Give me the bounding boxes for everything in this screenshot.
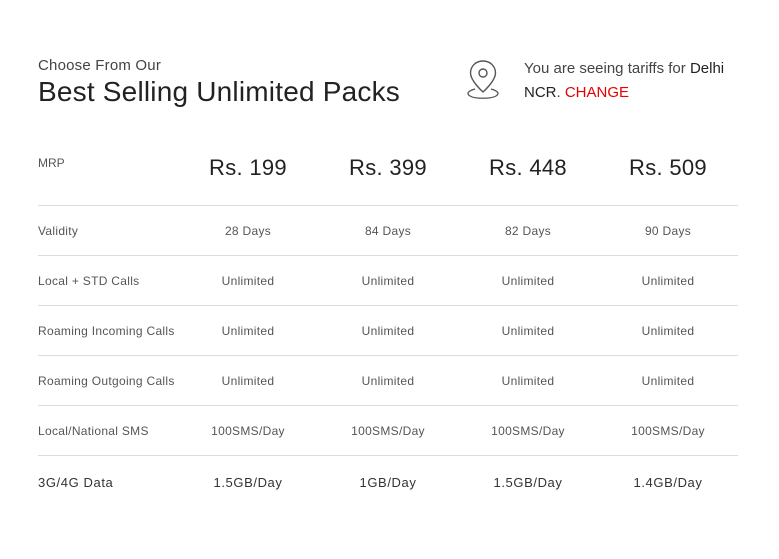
cell-value: 100SMS/Day: [178, 405, 318, 456]
cell-value: 100SMS/Day: [318, 405, 458, 456]
plan-price[interactable]: Rs. 399: [318, 148, 458, 206]
mrp-label: MRP: [38, 156, 65, 170]
table-row: Roaming Outgoing Calls Unlimited Unlimit…: [38, 355, 738, 406]
table-row: Validity 28 Days 84 Days 82 Days 90 Days: [38, 205, 738, 256]
cell-value: Unlimited: [598, 355, 738, 406]
cell-value: Unlimited: [598, 305, 738, 356]
section-subtitle: Choose From Our: [38, 57, 162, 74]
cell-value: 82 Days: [458, 205, 598, 256]
cell-value: Unlimited: [458, 305, 598, 356]
tariff-table: MRP Rs. 199 Rs. 399 Rs. 448 Rs. 509 Vali…: [38, 148, 738, 508]
cell-value: 100SMS/Day: [598, 405, 738, 456]
cell-value: Unlimited: [178, 305, 318, 356]
row-label: 3G/4G Data: [38, 455, 178, 508]
location-prefix: You are seeing tariffs for: [524, 60, 690, 77]
map-pin-icon[interactable]: [464, 58, 502, 102]
cell-value: 1.5GB/Day: [178, 455, 318, 508]
row-label: Roaming Incoming Calls: [38, 305, 178, 356]
table-row: Local/National SMS 100SMS/Day 100SMS/Day…: [38, 405, 738, 456]
price-row: MRP Rs. 199 Rs. 399 Rs. 448 Rs. 509: [38, 148, 738, 206]
cell-value: Unlimited: [598, 255, 738, 306]
table-row: Roaming Incoming Calls Unlimited Unlimit…: [38, 305, 738, 356]
change-location-link[interactable]: CHANGE: [565, 84, 629, 101]
location-separator: .: [556, 84, 565, 101]
row-label: Local + STD Calls: [38, 255, 178, 306]
plan-price[interactable]: Rs. 509: [598, 148, 738, 206]
row-label: Roaming Outgoing Calls: [38, 355, 178, 406]
cell-value: Unlimited: [178, 255, 318, 306]
cell-value: Unlimited: [318, 355, 458, 406]
cell-value: 1GB/Day: [318, 455, 458, 508]
location-city: Delhi: [689, 60, 725, 77]
cell-value: 28 Days: [178, 205, 318, 256]
cell-value: Unlimited: [458, 355, 598, 406]
cell-value: 1.4GB/Day: [598, 455, 738, 508]
cell-value: 90 Days: [598, 205, 738, 256]
section-title: Best Selling Unlimited Packs: [38, 76, 400, 107]
row-label: Validity: [38, 205, 178, 256]
table-row: 3G/4G Data 1.5GB/Day 1GB/Day 1.5GB/Day 1…: [38, 455, 738, 508]
cell-value: 100SMS/Day: [458, 405, 598, 456]
cell-value: 1.5GB/Day: [458, 455, 598, 508]
cell-value: Unlimited: [178, 355, 318, 406]
cell-value: Unlimited: [458, 255, 598, 306]
location-city-suffix: NCR: [524, 84, 557, 101]
cell-value: 84 Days: [318, 205, 458, 256]
table-row: Local + STD Calls Unlimited Unlimited Un…: [38, 255, 738, 306]
cell-value: Unlimited: [318, 305, 458, 356]
cell-value: Unlimited: [318, 255, 458, 306]
plan-price[interactable]: Rs. 448: [458, 148, 598, 206]
location-info: You are seeing tariffs for Delhi NCR. CHA…: [524, 57, 754, 105]
plan-price[interactable]: Rs. 199: [178, 148, 318, 206]
row-label: Local/National SMS: [38, 405, 178, 456]
